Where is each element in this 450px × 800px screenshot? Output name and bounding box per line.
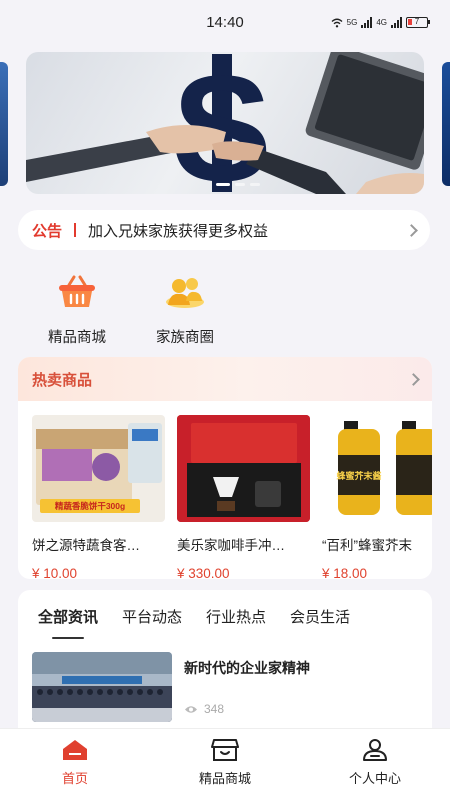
hot-products-title: 热卖商品 xyxy=(32,371,93,389)
store-icon xyxy=(210,737,240,763)
product-image xyxy=(177,415,310,522)
news-tabs: 全部资讯 平台动态 行业热点 会员生活 xyxy=(18,590,432,639)
product-name: 饼之源特蔬食客… xyxy=(32,538,140,553)
status-time: 14:40 xyxy=(206,13,244,31)
notice-divider xyxy=(74,223,77,237)
product-list: 精蔬香脆饼干300g 饼之源特蔬食客… ¥ 10.00 美乐家咖啡手冲… ¥ 3… xyxy=(32,415,432,579)
quick-entries: 精品商城 家族商圈 xyxy=(38,270,224,347)
product-image: 精蔬香脆饼干300g xyxy=(32,415,165,522)
tabbar-label: 个人中心 xyxy=(348,771,401,786)
network-4g-label: 4G xyxy=(376,18,387,27)
notice-bar[interactable]: 公告 加入兄妹家族获得更多权益 xyxy=(18,210,430,250)
signal-icon xyxy=(391,17,402,28)
chevron-right-icon xyxy=(407,372,420,386)
signal-icon xyxy=(361,17,373,28)
user-icon xyxy=(360,737,390,763)
tab-industry-hot[interactable]: 行业热点 xyxy=(206,606,266,639)
product-image: 蜂蜜芥末酱 xyxy=(322,415,432,522)
tab-platform-updates[interactable]: 平台动态 xyxy=(122,606,182,639)
home-icon xyxy=(60,737,90,763)
tab-member-life[interactable]: 会员生活 xyxy=(290,606,350,639)
notice-text: 加入兄妹家族获得更多权益 xyxy=(88,222,269,240)
hot-products-header[interactable]: 热卖商品 xyxy=(18,357,432,401)
product-card[interactable]: 精蔬香脆饼干300g 饼之源特蔬食客… ¥ 10.00 xyxy=(32,415,165,579)
basket-icon xyxy=(55,270,99,314)
news-thumbnail xyxy=(32,652,172,722)
news-item[interactable]: 新时代的企业家精神 348 xyxy=(32,652,310,722)
product-price: ¥ 330.00 xyxy=(177,566,230,579)
battery-icon: 7 xyxy=(406,17,430,28)
tabbar-profile[interactable]: 个人中心 xyxy=(320,737,430,787)
handshake-dollar-illustration: S xyxy=(26,52,424,194)
tabbar-home[interactable]: 首页 xyxy=(20,737,130,787)
banner-prev-peek xyxy=(0,62,8,186)
product-price: ¥ 18.00 xyxy=(322,566,368,579)
tabbar-label: 首页 xyxy=(61,771,88,786)
banner-indicator xyxy=(216,183,260,186)
product-name: 美乐家咖啡手冲… xyxy=(177,538,285,553)
network-5g-label: 5G xyxy=(346,18,358,27)
product-name: “百利”蜂蜜芥末 xyxy=(322,538,412,553)
quick-entry-label: 家族商圈 xyxy=(156,330,214,346)
product-pack-text: 精蔬香脆饼干300g xyxy=(55,501,125,511)
quick-entry-label: 精品商城 xyxy=(48,330,106,346)
wifi-icon xyxy=(331,18,343,27)
product-price: ¥ 10.00 xyxy=(32,566,78,579)
chevron-right-icon xyxy=(405,223,418,237)
tab-all-news[interactable]: 全部资讯 xyxy=(38,606,98,639)
banner-image[interactable]: S xyxy=(26,52,424,194)
quick-entry-family-circle[interactable]: 家族商圈 xyxy=(146,270,224,347)
hot-products-section: 热卖商品 精蔬香脆饼干300g 饼之源特蔬食客… ¥ 10.00 美乐家咖啡手冲… xyxy=(18,357,432,579)
product-card[interactable]: 美乐家咖啡手冲… ¥ 330.00 xyxy=(177,415,310,579)
notice-tag: 公告 xyxy=(32,222,63,240)
tabbar-boutique-mall[interactable]: 精品商城 xyxy=(170,737,280,787)
news-view-count: 348 xyxy=(204,702,225,716)
product-pack-text: 蜂蜜芥末酱 xyxy=(336,470,381,481)
tabbar-label: 精品商城 xyxy=(198,771,251,786)
product-card[interactable]: 蜂蜜芥末酱 “百利”蜂蜜芥末 ¥ 18.00 xyxy=(322,415,432,579)
news-section: 全部资讯 平台动态 行业热点 会员生活 新时代的企业家精神 348 xyxy=(18,590,432,735)
quick-entry-boutique-mall[interactable]: 精品商城 xyxy=(38,270,116,347)
news-views: 348 xyxy=(184,702,224,716)
bottom-tab-bar: 首页 精品商城 个人中心 xyxy=(0,728,450,800)
banner-next-peek xyxy=(442,62,450,186)
people-icon xyxy=(163,270,207,314)
banner-carousel[interactable]: S xyxy=(0,52,450,194)
eye-icon xyxy=(185,705,197,713)
svg-text:S: S xyxy=(172,52,272,194)
battery-level: 7 xyxy=(414,17,420,26)
status-indicators: 5G 4G 7 xyxy=(331,17,430,28)
status-bar: 14:40 5G 4G 7 xyxy=(0,0,450,44)
